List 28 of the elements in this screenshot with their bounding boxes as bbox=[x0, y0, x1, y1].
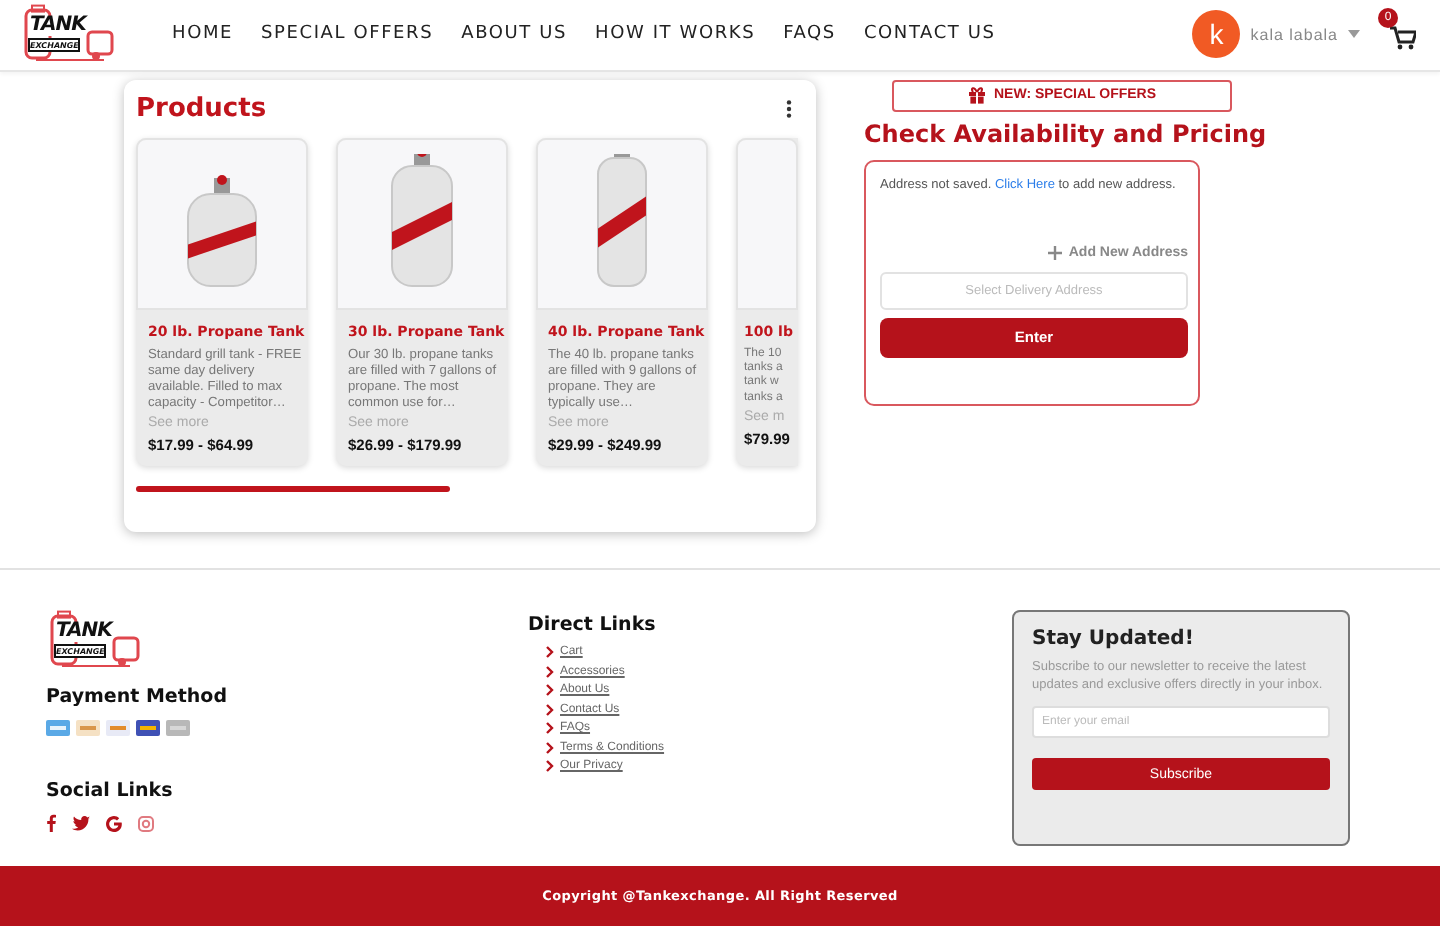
payment-card-icon bbox=[106, 720, 130, 737]
payment-card-icon bbox=[76, 720, 100, 737]
newsletter-title: Stay Updated! bbox=[1032, 628, 1196, 651]
nav-link[interactable]: HOW IT WORKS bbox=[595, 24, 756, 45]
footer-heading: Social Links bbox=[46, 780, 175, 803]
nav-link[interactable]: HOME bbox=[172, 24, 234, 45]
google-icon[interactable] bbox=[106, 815, 122, 832]
plus-icon bbox=[1048, 245, 1063, 260]
scrollbar-thumb[interactable] bbox=[136, 485, 450, 492]
payment-card-icon bbox=[166, 720, 190, 737]
nav-link[interactable]: ABOUT US bbox=[461, 24, 568, 45]
nav-link[interactable]: SPECIAL OFFERS bbox=[261, 24, 434, 45]
nav-link[interactable]: FAQS bbox=[783, 24, 836, 45]
gift-icon bbox=[967, 86, 986, 105]
nav-link[interactable]: CONTACT US bbox=[863, 24, 996, 45]
section-title: Check Availability and Pricing bbox=[864, 119, 1267, 148]
payment-card-icon bbox=[136, 720, 160, 737]
cart-icon[interactable] bbox=[1390, 26, 1416, 51]
payment-card-icon bbox=[46, 720, 70, 737]
footer-heading: Payment Method bbox=[46, 686, 230, 709]
twitter-icon[interactable] bbox=[72, 815, 90, 832]
footer-heading: Direct Links bbox=[528, 614, 658, 637]
more-options-icon[interactable] bbox=[786, 99, 792, 118]
section-title: Products bbox=[136, 93, 267, 124]
facebook-icon[interactable] bbox=[46, 814, 56, 833]
caret-icon[interactable] bbox=[1348, 30, 1360, 39]
user-name[interactable]: kala labala bbox=[1250, 25, 1338, 44]
instagram-icon[interactable] bbox=[138, 815, 154, 832]
